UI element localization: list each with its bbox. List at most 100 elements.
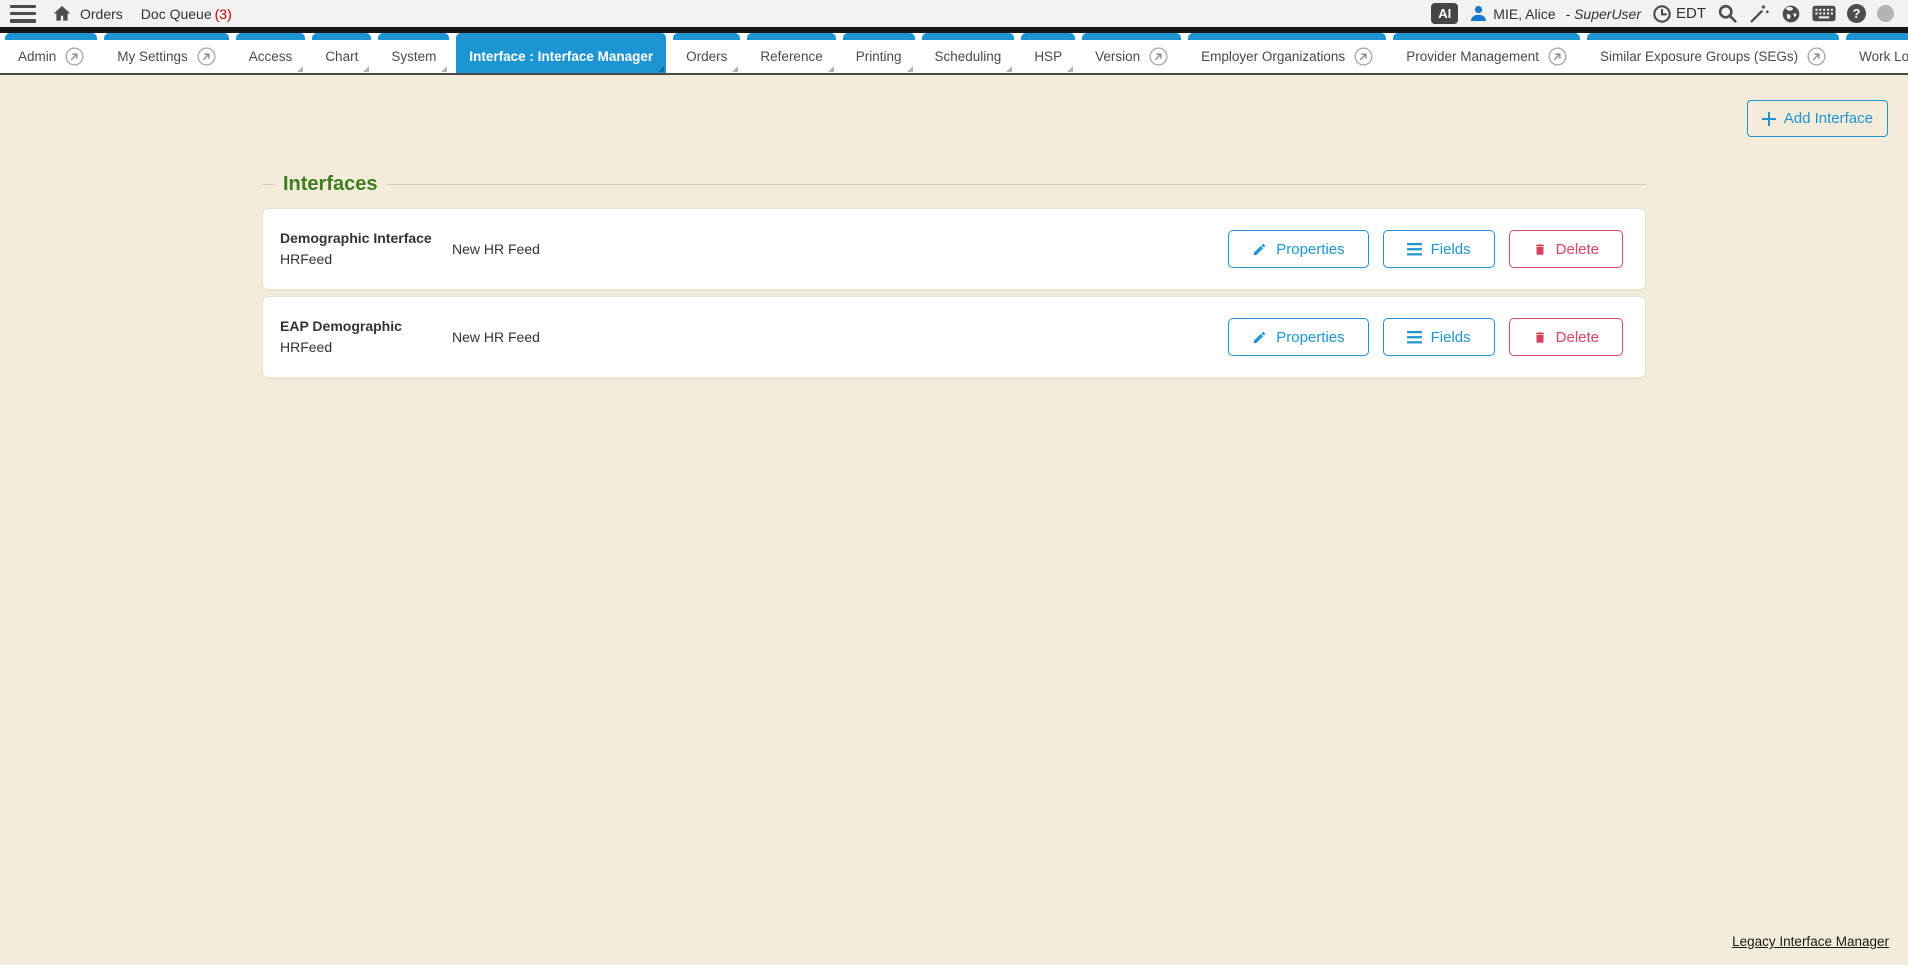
tab-cap xyxy=(236,33,306,40)
main-menu-button[interactable] xyxy=(10,5,36,23)
top-bar: Orders Doc Queue(3) AI MIE, Alice - Supe… xyxy=(0,0,1908,27)
row-actions: Properties Fields Delete xyxy=(1228,318,1623,356)
main-content: Add Interface Interfaces Demographic Int… xyxy=(0,75,1908,963)
home-icon xyxy=(52,4,72,23)
tab-my-settings[interactable]: My Settings xyxy=(104,33,229,73)
delete-button[interactable]: Delete xyxy=(1509,318,1623,356)
home-button[interactable] xyxy=(52,4,72,23)
fields-label: Fields xyxy=(1431,329,1471,346)
interface-code: HRFeed xyxy=(280,337,432,358)
tab-orders[interactable]: Orders xyxy=(673,33,740,73)
search-button[interactable] xyxy=(1717,3,1738,24)
globe-button[interactable] xyxy=(1781,4,1801,24)
tab-scheduling[interactable]: Scheduling xyxy=(922,33,1015,73)
dropdown-corner-icon xyxy=(1006,66,1012,72)
tab-employer-organizations[interactable]: Employer Organizations xyxy=(1188,33,1386,73)
dropdown-corner-icon xyxy=(828,66,834,72)
search-icon xyxy=(1717,3,1738,24)
interface-description: New HR Feed xyxy=(452,241,1228,257)
topbar-link-orders[interactable]: Orders xyxy=(80,6,123,22)
tab-cap xyxy=(922,33,1015,40)
fields-button[interactable]: Fields xyxy=(1383,318,1495,356)
user-role: - SuperUser xyxy=(1566,6,1641,22)
interface-name: Demographic Interface xyxy=(280,230,432,246)
trash-icon xyxy=(1533,330,1547,345)
dropdown-corner-icon xyxy=(297,66,303,72)
tab-cap xyxy=(1393,33,1580,40)
interface-list: Demographic Interface HRFeed New HR Feed… xyxy=(262,208,1646,378)
list-icon xyxy=(1407,331,1422,344)
doc-queue-count: (3) xyxy=(215,6,232,22)
magic-wand-icon xyxy=(1749,3,1770,24)
tab-access[interactable]: Access xyxy=(236,33,306,73)
topbar-link-doc-queue[interactable]: Doc Queue(3) xyxy=(141,6,232,22)
tab-label: Admin xyxy=(18,49,56,64)
interface-name: EAP Demographic xyxy=(280,318,402,334)
properties-label: Properties xyxy=(1276,241,1344,258)
tab-similar-exposure-groups-segs[interactable]: Similar Exposure Groups (SEGs) xyxy=(1587,33,1839,73)
fields-button[interactable]: Fields xyxy=(1383,230,1495,268)
tab-label: Version xyxy=(1095,49,1140,64)
properties-button[interactable]: Properties xyxy=(1228,230,1368,268)
tab-cap xyxy=(312,33,371,40)
interfaces-section: Interfaces Demographic Interface HRFeed … xyxy=(262,75,1646,378)
tab-provider-management[interactable]: Provider Management xyxy=(1393,33,1580,73)
tab-label: My Settings xyxy=(117,49,188,64)
tab-cap xyxy=(747,33,835,40)
delete-button[interactable]: Delete xyxy=(1509,230,1623,268)
timezone-label: EDT xyxy=(1676,5,1706,22)
section-legend: Interfaces xyxy=(262,173,1646,196)
tab-version[interactable]: Version xyxy=(1082,33,1181,73)
ai-assistant-button[interactable]: AI xyxy=(1431,3,1458,24)
dropdown-corner-icon xyxy=(363,66,369,72)
tab-label: Reference xyxy=(760,49,822,64)
tab-cap xyxy=(104,33,229,40)
tab-cap xyxy=(5,33,97,40)
tab-reference[interactable]: Reference xyxy=(747,33,835,73)
add-interface-button[interactable]: Add Interface xyxy=(1747,100,1888,137)
user-icon xyxy=(1469,4,1488,23)
fields-label: Fields xyxy=(1431,241,1471,258)
clock-icon xyxy=(1652,4,1672,24)
tab-label: System xyxy=(391,49,436,64)
help-icon[interactable]: ? xyxy=(1847,4,1866,23)
tab-label: Printing xyxy=(856,49,902,64)
dropdown-corner-icon xyxy=(732,66,738,72)
tab-label: Similar Exposure Groups (SEGs) xyxy=(1600,49,1798,64)
topbar-right-tools: AI MIE, Alice - SuperUser EDT ? xyxy=(1431,3,1894,24)
tab-admin[interactable]: Admin xyxy=(5,33,97,73)
legacy-interface-manager-link[interactable]: Legacy Interface Manager xyxy=(1732,934,1889,949)
properties-button[interactable]: Properties xyxy=(1228,318,1368,356)
row-actions: Properties Fields Delete xyxy=(1228,230,1623,268)
keyboard-button[interactable] xyxy=(1812,5,1836,22)
tab-label: Chart xyxy=(325,49,358,64)
tab-cap xyxy=(1021,33,1075,40)
tab-system[interactable]: System xyxy=(378,33,449,73)
topbar-nav: Orders Doc Queue(3) xyxy=(80,6,232,22)
list-icon xyxy=(1407,243,1422,256)
external-link-icon xyxy=(65,47,84,66)
tab-interface-interface-manager[interactable]: Interface : Interface Manager xyxy=(456,33,666,73)
dropdown-corner-icon xyxy=(1067,66,1073,72)
tab-label: Employer Organizations xyxy=(1201,49,1345,64)
add-interface-label: Add Interface xyxy=(1784,110,1873,127)
wand-button[interactable] xyxy=(1749,3,1770,24)
tab-cap xyxy=(1188,33,1386,40)
tab-work-locations[interactable]: Work Locations xyxy=(1846,33,1908,73)
user-name: MIE, Alice xyxy=(1493,6,1555,22)
tab-hsp[interactable]: HSP xyxy=(1021,33,1075,73)
external-link-icon xyxy=(197,47,216,66)
tab-cap xyxy=(843,33,915,40)
timezone-clock[interactable]: EDT xyxy=(1652,4,1706,24)
legend-rule xyxy=(387,184,1647,185)
interface-name-block: Demographic Interface HRFeed xyxy=(280,228,432,270)
user-menu[interactable]: MIE, Alice - SuperUser xyxy=(1469,4,1641,23)
external-link-icon xyxy=(1149,47,1168,66)
tab-printing[interactable]: Printing xyxy=(843,33,915,73)
legend-left-dash xyxy=(262,184,275,185)
tab-bar: Admin My Settings Access Chart xyxy=(0,33,1908,75)
tab-label: Orders xyxy=(686,49,727,64)
tab-label: HSP xyxy=(1034,49,1062,64)
delete-label: Delete xyxy=(1556,329,1599,346)
tab-chart[interactable]: Chart xyxy=(312,33,371,73)
